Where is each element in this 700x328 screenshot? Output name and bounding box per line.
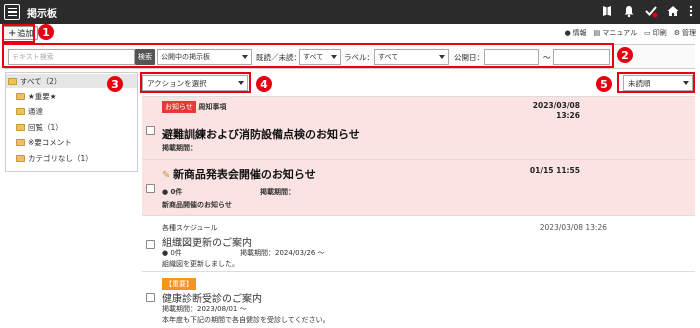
header-links: ● 情報 ▤ マニュアル ▭ 印刷 ⚙ 管理 — [565, 28, 696, 38]
top-bar: 掲示板 — [0, 0, 700, 24]
post-date: 01/15 11:55 — [529, 166, 580, 175]
list-item[interactable]: 各種スケジュール 2023/03/08 13:26 組織図更新のご案内 ● 0件… — [142, 215, 695, 271]
callout-badge-4: 4 — [256, 76, 272, 92]
callout-badge-3: 3 — [107, 76, 123, 92]
folder-icon — [16, 92, 25, 100]
post-comment-count: 0件 — [170, 188, 183, 196]
tree-item-label: カテゴリなし（1） — [28, 153, 93, 163]
highlight-action-select — [140, 72, 251, 93]
more-icon[interactable] — [688, 4, 694, 18]
callout-badge-1: 1 — [38, 24, 54, 40]
list-item[interactable]: 【重要】 健康診断受診のご案内 掲載期間：2023/08/01 ～ 本年度も下記… — [142, 271, 695, 328]
row-checkbox[interactable] — [146, 126, 155, 135]
folder-icon — [16, 138, 25, 146]
info-icon: ● — [564, 29, 571, 37]
list-item[interactable]: ✎ 新商品発表会開催のお知らせ 01/15 11:55 ● 0件 掲載期間： 新… — [142, 159, 695, 215]
post-period: 掲載期間： — [260, 188, 295, 196]
list-item[interactable]: お知らせ 周知事項 2023/03/08 13:26 避難訓練および消防設備点検… — [142, 96, 695, 159]
post-comment-count: 0件 — [170, 249, 182, 257]
menu-icon[interactable] — [4, 4, 20, 20]
tree-item-label: ★重要★ — [28, 91, 57, 101]
home-icon[interactable] — [666, 4, 680, 18]
post-list: アクションを選択 未読順 お知らせ 周知事項 2023/03/08 13:26 … — [142, 72, 695, 328]
tree-item-label: すべて（2） — [20, 76, 62, 86]
gear-icon: ⚙ — [673, 29, 680, 37]
post-comment-count-row: ● 0件 — [162, 248, 182, 258]
tree-item-comment[interactable]: ※要コメント — [6, 135, 137, 149]
post-category: 周知事項 — [198, 103, 227, 111]
post-title[interactable]: 健康診断受診のご案内 — [162, 290, 262, 305]
info-link[interactable]: ● 情報 — [565, 28, 587, 38]
app-title: 掲示板 — [27, 8, 57, 20]
print-link-label: 印刷 — [652, 29, 667, 37]
post-title[interactable]: 新商品発表会開催のお知らせ — [173, 168, 316, 181]
post-period: 掲載期間：2023/08/01 ～ — [162, 305, 247, 313]
callout-badge-2: 2 — [617, 47, 633, 63]
bookmark-icon[interactable] — [600, 4, 614, 18]
row-checkbox[interactable] — [146, 293, 155, 302]
check-icon[interactable] — [644, 4, 658, 18]
admin-link-label: 管理 — [682, 29, 696, 37]
tree-item-label: 通達 — [28, 106, 43, 116]
folder-icon — [16, 107, 25, 115]
admin-link[interactable]: ⚙ 管理 — [674, 28, 696, 38]
manual-link[interactable]: ▤ マニュアル — [594, 28, 637, 38]
tree-item-circular[interactable]: 回覧（1） — [6, 120, 137, 134]
tree-item-uncategorized[interactable]: カテゴリなし（1） — [6, 151, 137, 165]
post-period: 掲載期間：2024/03/26 ～ — [240, 249, 325, 257]
row-checkbox[interactable] — [146, 240, 155, 249]
manual-link-label: マニュアル — [602, 29, 638, 37]
post-date: 2023/03/08 13:26 — [539, 223, 607, 232]
row-checkbox[interactable] — [146, 184, 155, 193]
tree-item-notice[interactable]: 通達 — [6, 104, 137, 118]
post-category: 各種スケジュール — [162, 224, 218, 232]
post-body: 組織図を更新しました。 — [162, 260, 239, 268]
callout-badge-5: 5 — [596, 76, 612, 92]
folder-icon — [16, 123, 25, 131]
bell-icon[interactable] — [622, 4, 636, 18]
post-tag: 【重要】 — [162, 278, 196, 290]
post-title[interactable]: 組織図更新のご案内 — [162, 234, 252, 249]
info-link-label: 情報 — [572, 29, 587, 37]
folder-icon — [8, 77, 17, 85]
post-title-row: ✎ 新商品発表会開催のお知らせ — [162, 166, 316, 182]
printer-icon: ▭ — [644, 29, 651, 37]
post-comment-count-row: ● 0件 — [162, 187, 182, 197]
post-tag-row: お知らせ 周知事項 — [162, 101, 226, 113]
tree-item-label: ※要コメント — [28, 137, 72, 147]
comment-icon: ● — [162, 249, 169, 257]
top-icons — [600, 4, 694, 18]
post-period: 掲載期間： — [162, 144, 197, 152]
post-body: 新商品開催のお知らせ — [162, 201, 232, 209]
book-icon: ▤ — [593, 29, 601, 37]
highlight-sort-select — [617, 72, 695, 93]
post-time: 13:26 — [556, 111, 580, 120]
print-link[interactable]: ▭ 印刷 — [644, 28, 667, 38]
post-title[interactable]: 避難訓練および消防設備点検のお知らせ — [162, 126, 360, 142]
post-body: 本年度も下記の期間で各自健診を受診してください。 — [162, 316, 330, 324]
paperclip-icon: ✎ — [162, 170, 171, 181]
tree-item-label: 回覧（1） — [28, 122, 63, 132]
post-tag: お知らせ — [162, 101, 196, 113]
comment-icon: ● — [162, 188, 169, 196]
folder-icon — [16, 154, 25, 162]
post-tag-row: 【重要】 — [162, 278, 196, 290]
toolbar: + 追加 ● 情報 ▤ マニュアル ▭ 印刷 ⚙ 管理 — [0, 24, 700, 43]
highlight-add-button — [2, 24, 35, 43]
highlight-filter-bar — [2, 43, 614, 68]
post-date: 2023/03/08 — [532, 101, 580, 110]
